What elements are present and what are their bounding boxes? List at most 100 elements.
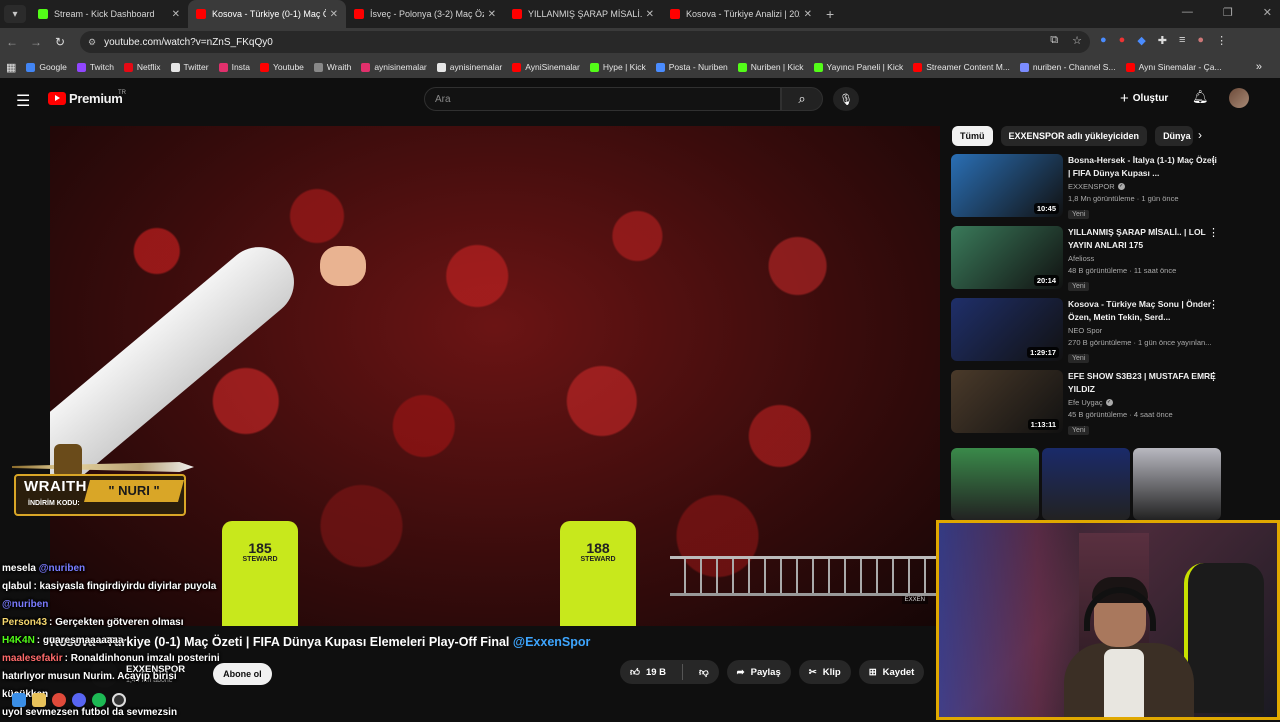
video-channel[interactable]: Afelioss xyxy=(1068,254,1218,263)
menu-dots-icon[interactable]: ⋮ xyxy=(1216,34,1227,47)
chevron-right-icon[interactable]: › xyxy=(1198,128,1202,142)
tab-close-icon[interactable]: ✕ xyxy=(488,9,496,20)
reload-icon[interactable]: ↻ xyxy=(48,35,72,49)
browser-tab[interactable]: Stream - Kick Dashboard ✕ xyxy=(30,0,188,28)
profile-icon[interactable]: ● xyxy=(1197,34,1204,47)
video-title-tag[interactable]: @ExxenSpor xyxy=(513,635,591,649)
minimize-icon[interactable]: — xyxy=(1182,6,1193,19)
recommended-video[interactable]: 1:29:17 Kosova - Türkiye Maç Sonu | Önder… xyxy=(951,298,1271,363)
save-button[interactable]: ⊞ Kaydet xyxy=(858,660,925,684)
video-channel[interactable]: Efe Uygaç ✓ xyxy=(1068,398,1218,407)
video-title[interactable]: Kosova - Türkiye Maç Sonu | Önder Özen, … xyxy=(1068,298,1218,323)
new-tab-icon[interactable]: + xyxy=(826,6,834,22)
more-options-icon[interactable]: ⋮ xyxy=(1208,154,1219,167)
bookmark-item[interactable]: Hype | Kick xyxy=(589,62,646,72)
short-thumbnail[interactable] xyxy=(1042,448,1130,520)
more-options-icon[interactable]: ⋮ xyxy=(1208,226,1219,239)
video-channel[interactable]: NEO Spor xyxy=(1068,326,1218,335)
bookmark-item[interactable]: Yayıncı Paneli | Kick xyxy=(813,62,903,72)
extension-icon[interactable]: ● xyxy=(1100,34,1107,47)
media-icon[interactable]: ≡ xyxy=(1179,34,1185,47)
chrome-icon[interactable] xyxy=(52,693,66,707)
obs-icon[interactable] xyxy=(112,693,126,707)
video-channel[interactable]: EXXENSPOR ✓ xyxy=(1068,182,1218,191)
browser-tab[interactable]: Kosova - Türkiye Analizi | 2026 ✕ xyxy=(662,0,820,28)
search-input[interactable]: Ara xyxy=(424,87,781,111)
folder-icon[interactable] xyxy=(32,693,46,707)
maximize-icon[interactable]: ❐ xyxy=(1223,6,1233,19)
puzzle-icon[interactable]: ✚ xyxy=(1158,34,1167,47)
forward-icon[interactable]: → xyxy=(24,35,48,49)
bookmark-item[interactable]: Twitter xyxy=(170,62,209,72)
account-avatar[interactable] xyxy=(1229,88,1249,108)
video-player[interactable]: 185 STEWARD 188 STEWARD EXXEN xyxy=(50,126,940,626)
bookmark-item[interactable]: Wraith xyxy=(313,62,352,72)
bookmarks-overflow-icon[interactable]: » xyxy=(1256,61,1262,73)
chip-all[interactable]: Tümü xyxy=(952,126,993,146)
bookmark-item[interactable]: Netflix xyxy=(123,62,161,72)
bookmark-item[interactable]: Aynı Sinemalar - Ça... xyxy=(1125,62,1222,72)
bookmark-item[interactable]: Twitch xyxy=(76,62,114,72)
tab-close-icon[interactable]: ✕ xyxy=(330,9,338,20)
back-icon[interactable]: ← xyxy=(0,35,24,49)
discord-icon[interactable] xyxy=(72,693,86,707)
tab-close-icon[interactable]: ✕ xyxy=(172,9,180,20)
clip-button[interactable]: ✂ Klip xyxy=(798,660,851,684)
more-options-icon[interactable]: ⋮ xyxy=(1208,370,1219,383)
extension-icon[interactable]: ● xyxy=(1119,34,1126,47)
recommended-video[interactable]: 20:14 YILLANMIŞ ŞARAP MİSALİ.. | LOL YAYI… xyxy=(951,226,1271,291)
recommended-video[interactable]: 1:13:11 EFE SHOW S3B23 | MUSTAFA EMRE YIL… xyxy=(951,370,1271,435)
video-thumbnail[interactable]: 1:29:17 xyxy=(951,298,1063,361)
apps-grid-icon[interactable]: ▦ xyxy=(6,61,16,74)
bookmark-item[interactable]: Youtube xyxy=(260,62,304,72)
video-title[interactable]: EFE SHOW S3B23 | MUSTAFA EMRE YILDIZ xyxy=(1068,370,1218,395)
create-button[interactable]: + Oluştur xyxy=(1120,90,1168,107)
address-bar[interactable]: ⚙ youtube.com/watch?v=nZnS_FKqQy0 ⧉ ☆ xyxy=(80,31,1090,53)
recommended-video[interactable]: 10:45 Bosna-Hersek - İtalya (1-1) Maç Öze… xyxy=(951,154,1271,219)
tab-close-icon[interactable]: ✕ xyxy=(646,9,654,20)
notifications-bell-icon[interactable]: 🔔︎ xyxy=(1192,89,1209,105)
menu-icon[interactable]: ☰ xyxy=(16,91,30,111)
bookmark-label: Hype | Kick xyxy=(602,62,646,72)
tab-search-icon[interactable]: ▾ xyxy=(4,5,26,23)
video-title[interactable]: YILLANMIŞ ŞARAP MİSALİ.. | LOL YAYIN ANL… xyxy=(1068,226,1218,251)
bookmark-label: Wraith xyxy=(326,62,352,72)
chip-uploader[interactable]: EXXENSPOR adlı yükleyiciden xyxy=(1000,126,1148,146)
dislike-button[interactable]: 👎︎ xyxy=(689,660,719,684)
bookmark-item[interactable]: aynisinemalar xyxy=(361,62,427,72)
chat-message: H4K4N: guaresmaaaaaaa xyxy=(2,632,242,650)
bookmark-item[interactable]: Nuriben | Kick xyxy=(737,62,804,72)
video-thumbnail[interactable]: 10:45 xyxy=(951,154,1063,217)
bookmark-item[interactable]: aynisinemalar xyxy=(436,62,502,72)
bookmark-item[interactable]: Insta xyxy=(218,62,250,72)
tab-close-icon[interactable]: ✕ xyxy=(804,9,812,20)
share-button[interactable]: ➦ Paylaş xyxy=(726,660,791,684)
spotify-icon[interactable] xyxy=(92,693,106,707)
short-thumbnail[interactable] xyxy=(951,448,1039,520)
more-options-icon[interactable]: ⋮ xyxy=(1208,298,1219,311)
close-window-icon[interactable]: ✕ xyxy=(1263,6,1272,19)
bookmark-item[interactable]: Posta - Nuriben xyxy=(655,62,728,72)
chip-world-cup[interactable]: Dünya K xyxy=(1155,126,1194,146)
browser-tab[interactable]: Kosova - Türkiye (0-1) Maç Özeti ✕ xyxy=(188,0,346,28)
bookmark-item[interactable]: nuriben - Channel S... xyxy=(1019,62,1116,72)
short-thumbnail[interactable] xyxy=(1133,448,1221,520)
voice-search-button[interactable]: 🎙︎ xyxy=(833,87,859,111)
video-thumbnail[interactable]: 1:13:11 xyxy=(951,370,1063,433)
scissors-icon: ✂ xyxy=(808,666,817,678)
bookmark-item[interactable]: AyniSinemalar xyxy=(512,62,580,72)
like-button[interactable]: 👍︎ 19 B xyxy=(620,660,676,684)
install-app-icon[interactable]: ⧉ xyxy=(1050,34,1058,47)
search-button[interactable]: ⌕ xyxy=(781,87,823,111)
bookmark-item[interactable]: Google xyxy=(26,62,67,72)
bookmark-item[interactable]: Streamer Content M... xyxy=(913,62,1010,72)
windows-icon[interactable] xyxy=(12,693,26,707)
video-title[interactable]: Bosna-Hersek - İtalya (1-1) Maç Özeti | … xyxy=(1068,154,1218,179)
browser-tab[interactable]: İsveç - Polonya (3-2) Maç Özeti ✕ xyxy=(346,0,504,28)
shield-icon[interactable]: ◆ xyxy=(1137,34,1145,47)
bookmark-star-icon[interactable]: ☆ xyxy=(1072,34,1082,47)
browser-tab[interactable]: YILLANMIŞ ŞARAP MİSALİ.. | LO ✕ xyxy=(504,0,662,28)
video-thumbnail[interactable]: 20:14 xyxy=(951,226,1063,289)
site-info-icon[interactable]: ⚙ xyxy=(88,37,96,48)
youtube-logo[interactable]: Premium xyxy=(48,91,123,106)
